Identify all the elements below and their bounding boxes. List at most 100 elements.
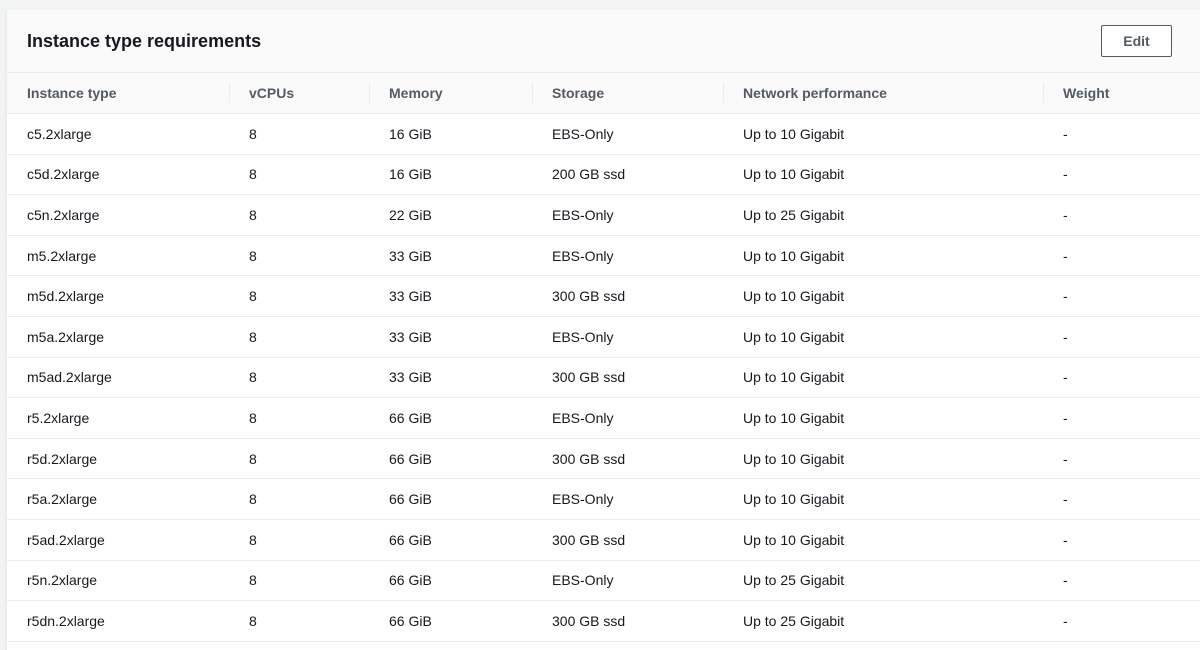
cell-storage: 200 GB ssd (532, 154, 723, 196)
table-row: m5ad.2xlarge 8 33 GiB 300 GB ssd Up to 1… (7, 357, 1200, 399)
cell-storage: EBS-Only (532, 316, 723, 358)
cell-network-performance: Up to 10 Gigabit (723, 316, 1043, 358)
cell-weight: - (1043, 275, 1200, 317)
cell-storage: EBS-Only (532, 194, 723, 236)
cell-vcpus: 8 (229, 519, 369, 561)
panel-header: Instance type requirements Edit (7, 10, 1200, 73)
cell-weight: - (1043, 600, 1200, 642)
cell-instance-type: r5n.2xlarge (7, 560, 229, 602)
cell-network-performance: Up to 10 Gigabit (723, 519, 1043, 561)
cell-weight: - (1043, 397, 1200, 439)
column-separator (229, 83, 230, 103)
column-header-memory: Memory (369, 73, 532, 114)
cell-network-performance: Up to 25 Gigabit (723, 194, 1043, 236)
cell-network-performance: Up to 10 Gigabit (723, 438, 1043, 480)
cell-instance-type: c5n.2xlarge (7, 194, 229, 236)
cell-vcpus: 8 (229, 397, 369, 439)
cell-network-performance: Up to 25 Gigabit (723, 600, 1043, 642)
table-row: r5a.2xlarge 8 66 GiB EBS-Only Up to 10 G… (7, 478, 1200, 520)
cell-vcpus: 8 (229, 316, 369, 358)
table-row: m5a.2xlarge 8 33 GiB EBS-Only Up to 10 G… (7, 316, 1200, 358)
cell-memory: 33 GiB (369, 235, 532, 277)
cell-memory: 16 GiB (369, 154, 532, 196)
cell-vcpus: 8 (229, 600, 369, 642)
cell-memory: 66 GiB (369, 519, 532, 561)
table-row: r5ad.2xlarge 8 66 GiB 300 GB ssd Up to 1… (7, 519, 1200, 561)
cell-memory: 33 GiB (369, 316, 532, 358)
table-row: r5d.2xlarge 8 66 GiB 300 GB ssd Up to 10… (7, 438, 1200, 480)
cell-weight: - (1043, 357, 1200, 399)
cell-instance-type: m5ad.2xlarge (7, 357, 229, 399)
edit-button[interactable]: Edit (1101, 25, 1172, 57)
column-separator (532, 83, 533, 103)
cell-weight: - (1043, 316, 1200, 358)
cell-vcpus: 8 (229, 275, 369, 317)
cell-storage: 300 GB ssd (532, 519, 723, 561)
cell-weight: - (1043, 478, 1200, 520)
cell-memory: 66 GiB (369, 560, 532, 602)
cell-instance-type: r5d.2xlarge (7, 438, 229, 480)
cell-storage: 300 GB ssd (532, 275, 723, 317)
cell-instance-type: r5ad.2xlarge (7, 519, 229, 561)
cell-vcpus: 8 (229, 438, 369, 480)
column-header-label: Weight (1063, 85, 1110, 101)
cell-instance-type: r5a.2xlarge (7, 478, 229, 520)
cell-memory: 66 GiB (369, 478, 532, 520)
column-header-network-performance: Network performance (723, 73, 1043, 114)
column-separator (1043, 83, 1044, 103)
cell-instance-type: r5.2xlarge (7, 397, 229, 439)
table-row: c5n.2xlarge 8 22 GiB EBS-Only Up to 25 G… (7, 194, 1200, 236)
instance-type-requirements-panel: Instance type requirements Edit Instance… (6, 10, 1200, 650)
table-row: r5n.2xlarge 8 66 GiB EBS-Only Up to 25 G… (7, 560, 1200, 602)
column-separator (723, 83, 724, 103)
cell-network-performance: Up to 10 Gigabit (723, 397, 1043, 439)
column-header-label: Network performance (743, 85, 887, 101)
cell-memory: 66 GiB (369, 600, 532, 642)
cell-vcpus: 8 (229, 113, 369, 155)
cell-weight: - (1043, 154, 1200, 196)
table-row: r5dn.2xlarge 8 66 GiB 300 GB ssd Up to 2… (7, 600, 1200, 642)
cell-vcpus: 8 (229, 357, 369, 399)
cell-memory: 16 GiB (369, 113, 532, 155)
cell-vcpus: 8 (229, 194, 369, 236)
table-row: c5.2xlarge 8 16 GiB EBS-Only Up to 10 Gi… (7, 113, 1200, 155)
cell-memory: 33 GiB (369, 357, 532, 399)
cell-network-performance: Up to 10 Gigabit (723, 275, 1043, 317)
cell-instance-type: m5a.2xlarge (7, 316, 229, 358)
cell-vcpus: 8 (229, 478, 369, 520)
cell-memory: 33 GiB (369, 275, 532, 317)
column-header-label: Storage (552, 85, 605, 101)
cell-network-performance: Up to 10 Gigabit (723, 357, 1043, 399)
cell-storage: 300 GB ssd (532, 600, 723, 642)
column-header-label: vCPUs (249, 85, 295, 101)
cell-weight: - (1043, 519, 1200, 561)
cell-instance-type: r5dn.2xlarge (7, 600, 229, 642)
column-header-label: Instance type (27, 85, 117, 101)
cell-storage: EBS-Only (532, 478, 723, 520)
column-header-storage: Storage (532, 73, 723, 114)
cell-instance-type: m5.2xlarge (7, 235, 229, 277)
cell-vcpus: 8 (229, 154, 369, 196)
cell-weight: - (1043, 113, 1200, 155)
cell-storage: EBS-Only (532, 113, 723, 155)
cell-network-performance: Up to 10 Gigabit (723, 154, 1043, 196)
panel-title: Instance type requirements (27, 31, 262, 51)
column-header-label: Memory (389, 85, 443, 101)
cell-vcpus: 8 (229, 235, 369, 277)
cell-storage: 300 GB ssd (532, 438, 723, 480)
column-header-weight: Weight (1043, 73, 1200, 114)
column-header-vcpus: vCPUs (229, 73, 369, 114)
cell-memory: 66 GiB (369, 438, 532, 480)
cell-network-performance: Up to 10 Gigabit (723, 478, 1043, 520)
column-header-instance-type: Instance type (7, 73, 229, 114)
instance-types-table: Instance type vCPUs Memory Storage Netwo… (7, 73, 1200, 642)
cell-memory: 66 GiB (369, 397, 532, 439)
cell-weight: - (1043, 235, 1200, 277)
table-row: m5.2xlarge 8 33 GiB EBS-Only Up to 10 Gi… (7, 235, 1200, 277)
cell-network-performance: Up to 10 Gigabit (723, 113, 1043, 155)
table-row: m5d.2xlarge 8 33 GiB 300 GB ssd Up to 10… (7, 275, 1200, 317)
cell-vcpus: 8 (229, 560, 369, 602)
cell-instance-type: c5.2xlarge (7, 113, 229, 155)
cell-network-performance: Up to 10 Gigabit (723, 235, 1043, 277)
table-row: c5d.2xlarge 8 16 GiB 200 GB ssd Up to 10… (7, 154, 1200, 196)
